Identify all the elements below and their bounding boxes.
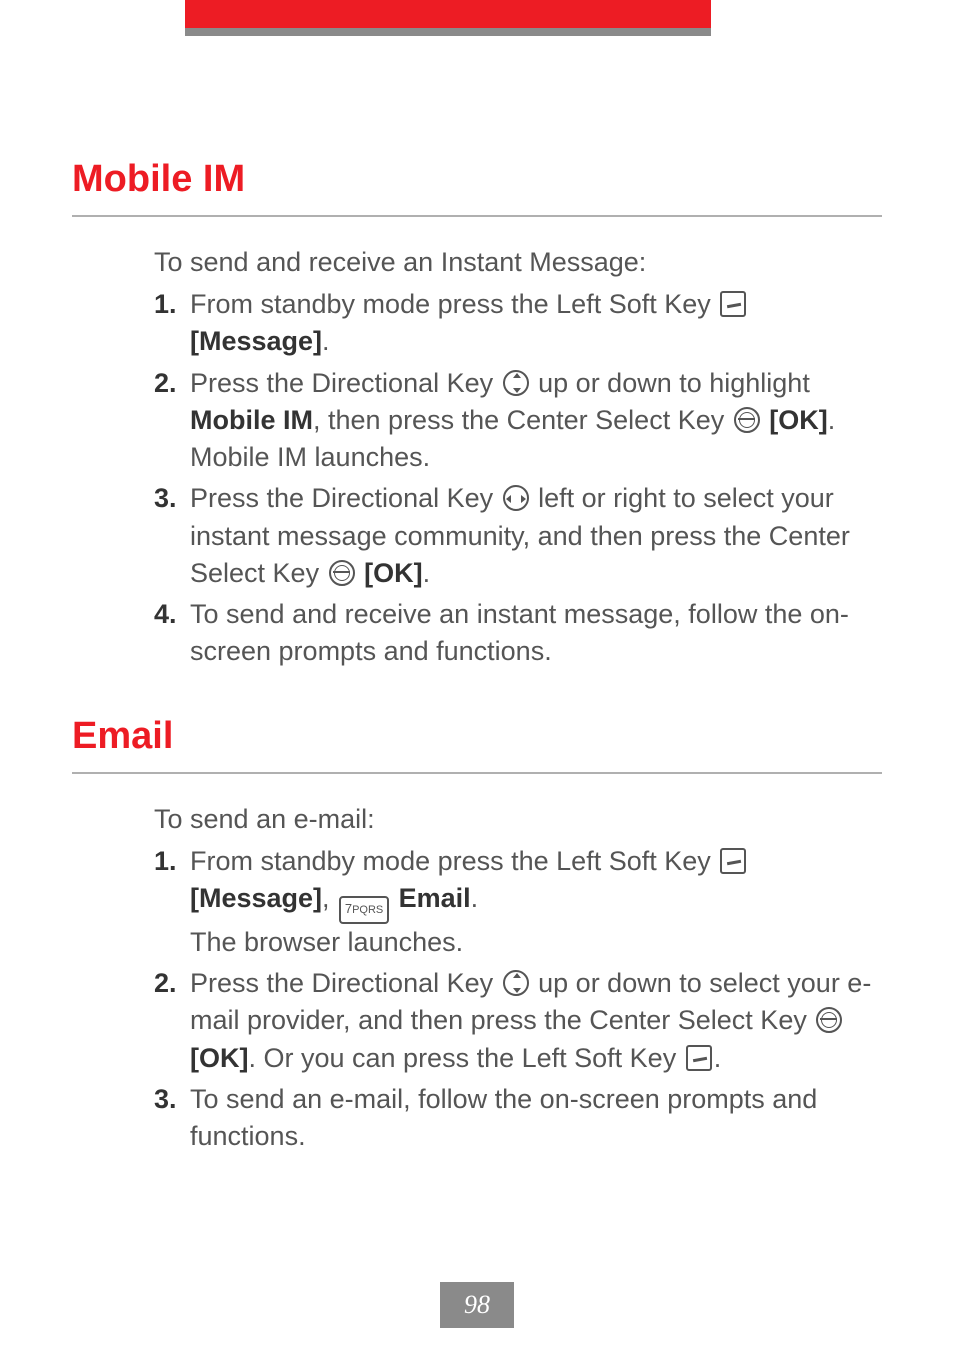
text: . [423,558,431,588]
text: up or down to highlight [531,368,810,398]
item-body: Press the Directional Key up or down to … [190,365,882,477]
bold-text: [OK] [364,558,422,588]
text: To send an e-mail, follow the on-screen … [190,1084,817,1151]
divider [72,215,882,217]
item-body: To send an e-mail, follow the on-screen … [190,1081,882,1156]
item-number: 2. [154,965,190,1077]
bold-text: [OK] [769,405,827,435]
list-item: 3. Press the Directional Key left or rig… [154,480,882,592]
text: , then press the Center Select Key [313,405,732,435]
text: , [322,883,337,913]
item-number: 2. [154,365,190,477]
list-item: 1. From standby mode press the Left Soft… [154,286,882,361]
bold-text: [Message] [190,326,322,356]
text: Press the Directional Key [190,483,501,513]
instruction-list-mobile-im: 1. From standby mode press the Left Soft… [154,286,882,671]
left-soft-key-icon [720,291,746,317]
key-7-icon: 7PQRS [339,896,389,924]
list-item: 1. From standby mode press the Left Soft… [154,843,882,962]
gray-bar [185,28,711,36]
left-soft-key-icon [720,848,746,874]
text: . [714,1043,722,1073]
list-item: 2. Press the Directional Key up or down … [154,365,882,477]
list-item: 2. Press the Directional Key up or down … [154,965,882,1077]
text: . Or you can press the Left Soft Key [248,1043,683,1073]
item-number: 4. [154,596,190,671]
list-item: 4. To send and receive an instant messag… [154,596,882,671]
page-number: 98 [440,1282,514,1328]
sub-text: The browser launches. [190,924,882,961]
text: . [828,405,836,435]
text: . [322,326,330,356]
directional-key-vertical-icon [503,970,529,996]
sub-text: Mobile IM launches. [190,439,882,476]
red-bar [185,0,711,28]
center-select-key-icon [329,560,355,586]
intro-text: To send and receive an Instant Message: [154,247,882,278]
left-soft-key-icon [686,1045,712,1071]
section-heading-mobile-im: Mobile IM [72,158,882,201]
section-heading-email: Email [72,715,882,758]
item-body: To send and receive an instant message, … [190,596,882,671]
directional-key-horizontal-icon [503,485,529,511]
header-decoration [0,0,954,38]
directional-key-vertical-icon [503,370,529,396]
item-body: From standby mode press the Left Soft Ke… [190,286,882,361]
bold-text: Email [391,883,471,913]
center-select-key-icon [734,407,760,433]
item-number: 1. [154,843,190,962]
bold-text: [Message] [190,883,322,913]
item-body: Press the Directional Key left or right … [190,480,882,592]
text: Press the Directional Key [190,368,501,398]
section-email: Email To send an e-mail: 1. From standby… [72,715,882,1156]
instruction-list-email: 1. From standby mode press the Left Soft… [154,843,882,1156]
bold-text: [OK] [190,1043,248,1073]
center-select-key-icon [816,1007,842,1033]
item-body: Press the Directional Key up or down to … [190,965,882,1077]
item-number: 1. [154,286,190,361]
bold-text: Mobile IM [190,405,313,435]
text: To send and receive an instant message, … [190,599,849,666]
divider [72,772,882,774]
page-content: Mobile IM To send and receive an Instant… [72,158,882,1159]
item-body: From standby mode press the Left Soft Ke… [190,843,882,962]
text: From standby mode press the Left Soft Ke… [190,846,718,876]
text: Press the Directional Key [190,968,501,998]
item-number: 3. [154,480,190,592]
intro-text: To send an e-mail: [154,804,882,835]
item-number: 3. [154,1081,190,1156]
list-item: 3. To send an e-mail, follow the on-scre… [154,1081,882,1156]
text: From standby mode press the Left Soft Ke… [190,289,718,319]
text: . [471,883,479,913]
